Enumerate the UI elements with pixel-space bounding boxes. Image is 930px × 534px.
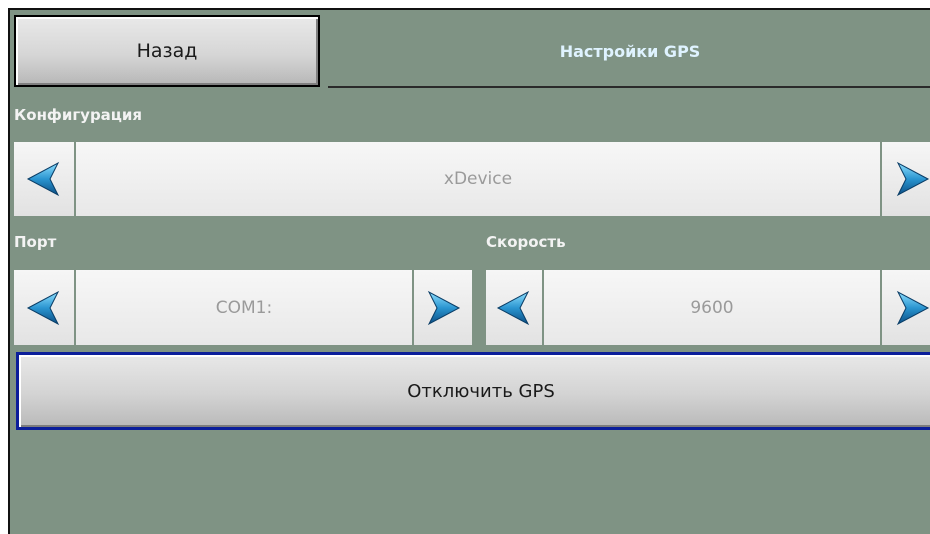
speed-value: 9600 [544,270,880,345]
speed-prev-button[interactable] [486,270,542,345]
port-label: Порт [14,233,57,251]
gps-settings-screen: Назад Настройки GPS Конфигурация xDevice [8,8,930,534]
back-button-label: Назад [136,40,198,62]
configuration-value: xDevice [76,142,880,216]
arrow-right-icon [896,290,930,325]
title-divider [328,86,930,88]
configuration-prev-button[interactable] [14,142,74,216]
port-value: COM1: [76,270,412,345]
speed-label: Скорость [486,233,566,251]
page-title: Настройки GPS [559,41,701,61]
disable-gps-button[interactable]: Отключить GPS [16,352,930,430]
arrow-right-icon [896,161,930,197]
disable-gps-label: Отключить GPS [407,380,555,402]
arrow-right-icon [427,290,461,325]
arrow-left-icon [26,290,60,325]
port-next-button[interactable] [414,270,472,345]
configuration-label: Конфигурация [14,106,143,124]
speed-next-button[interactable] [882,270,930,345]
back-button[interactable]: Назад [14,15,320,87]
arrow-left-icon [496,290,530,325]
configuration-next-button[interactable] [882,142,930,216]
port-prev-button[interactable] [14,270,74,345]
arrow-left-icon [26,161,60,197]
